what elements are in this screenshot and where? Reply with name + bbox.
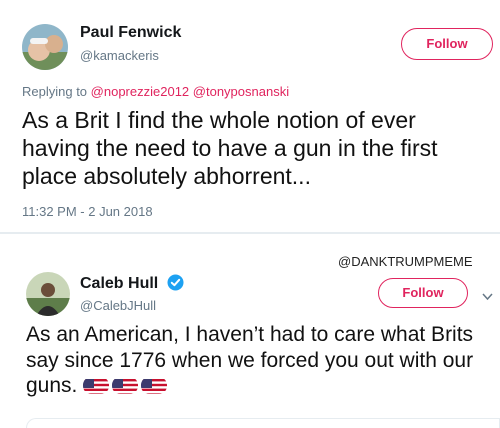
user-handle[interactable]: @CalebJHull xyxy=(80,298,156,313)
follow-button[interactable]: Follow xyxy=(378,278,468,308)
tweet-card-1: Paul Fenwick @kamackeris Follow Replying… xyxy=(0,0,500,232)
us-flag-icon xyxy=(112,377,139,395)
reply-handle-link[interactable]: @tonyposnanski xyxy=(193,84,289,99)
avatar[interactable] xyxy=(22,24,68,70)
reply-handle-link[interactable]: @noprezzie2012 xyxy=(91,84,189,99)
tweet-card-2: Caleb Hull @CalebJHull Follow As an Amer… xyxy=(0,234,500,428)
us-flag-icon xyxy=(83,377,110,395)
replying-to-line: Replying to @noprezzie2012 @tonyposnansk… xyxy=(22,84,289,99)
user-handle[interactable]: @kamackeris xyxy=(80,48,159,63)
replying-prefix: Replying to xyxy=(22,84,88,99)
tweet-timestamp[interactable]: 11:32 PM - 2 Jun 2018 xyxy=(22,204,153,219)
display-name[interactable]: Paul Fenwick xyxy=(80,24,181,42)
name-row: Caleb Hull xyxy=(80,274,184,296)
quoted-card-edge xyxy=(26,418,500,428)
follow-button[interactable]: Follow xyxy=(401,28,493,60)
avatar[interactable] xyxy=(26,272,70,316)
verified-badge-icon xyxy=(167,274,184,296)
chevron-down-icon[interactable] xyxy=(482,288,493,306)
display-name[interactable]: Caleb Hull xyxy=(80,275,158,292)
tweet-text: As a Brit I find the whole notion of eve… xyxy=(22,107,438,190)
tweet-text: As an American, I haven’t had to care wh… xyxy=(26,322,476,399)
us-flag-icon xyxy=(141,377,168,395)
